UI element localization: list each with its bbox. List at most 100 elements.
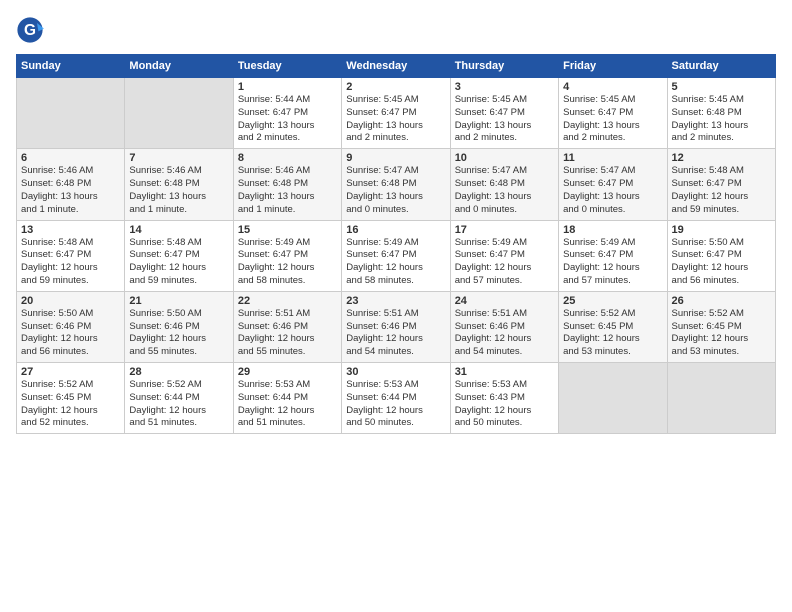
svg-text:G: G — [24, 22, 36, 39]
calendar-cell: 9Sunrise: 5:47 AMSunset: 6:48 PMDaylight… — [342, 149, 450, 220]
day-info: Sunrise: 5:46 AMSunset: 6:48 PMDaylight:… — [129, 165, 228, 216]
day-info: Sunrise: 5:45 AMSunset: 6:47 PMDaylight:… — [563, 94, 662, 145]
day-info: Sunrise: 5:49 AMSunset: 6:47 PMDaylight:… — [455, 237, 554, 288]
day-number: 13 — [21, 224, 120, 236]
calendar-cell: 16Sunrise: 5:49 AMSunset: 6:47 PMDayligh… — [342, 220, 450, 291]
day-number: 9 — [346, 152, 445, 164]
calendar-cell: 8Sunrise: 5:46 AMSunset: 6:48 PMDaylight… — [233, 149, 341, 220]
day-info: Sunrise: 5:45 AMSunset: 6:48 PMDaylight:… — [672, 94, 771, 145]
day-info: Sunrise: 5:48 AMSunset: 6:47 PMDaylight:… — [129, 237, 228, 288]
calendar-cell: 15Sunrise: 5:49 AMSunset: 6:47 PMDayligh… — [233, 220, 341, 291]
calendar-cell: 3Sunrise: 5:45 AMSunset: 6:47 PMDaylight… — [450, 78, 558, 149]
logo: G — [16, 16, 48, 44]
weekday-header-wednesday: Wednesday — [342, 55, 450, 78]
day-number: 28 — [129, 366, 228, 378]
day-info: Sunrise: 5:52 AMSunset: 6:45 PMDaylight:… — [672, 308, 771, 359]
day-number: 26 — [672, 295, 771, 307]
day-info: Sunrise: 5:53 AMSunset: 6:43 PMDaylight:… — [455, 379, 554, 430]
header: G — [16, 16, 776, 44]
day-number: 1 — [238, 81, 337, 93]
day-info: Sunrise: 5:52 AMSunset: 6:45 PMDaylight:… — [563, 308, 662, 359]
day-info: Sunrise: 5:47 AMSunset: 6:48 PMDaylight:… — [346, 165, 445, 216]
day-info: Sunrise: 5:45 AMSunset: 6:47 PMDaylight:… — [346, 94, 445, 145]
day-info: Sunrise: 5:48 AMSunset: 6:47 PMDaylight:… — [21, 237, 120, 288]
weekday-header-monday: Monday — [125, 55, 233, 78]
day-info: Sunrise: 5:50 AMSunset: 6:46 PMDaylight:… — [129, 308, 228, 359]
day-number: 29 — [238, 366, 337, 378]
calendar-cell: 11Sunrise: 5:47 AMSunset: 6:47 PMDayligh… — [559, 149, 667, 220]
calendar-week-row: 6Sunrise: 5:46 AMSunset: 6:48 PMDaylight… — [17, 149, 776, 220]
calendar-cell — [559, 363, 667, 434]
calendar-cell: 28Sunrise: 5:52 AMSunset: 6:44 PMDayligh… — [125, 363, 233, 434]
calendar-cell: 31Sunrise: 5:53 AMSunset: 6:43 PMDayligh… — [450, 363, 558, 434]
calendar-cell: 24Sunrise: 5:51 AMSunset: 6:46 PMDayligh… — [450, 291, 558, 362]
day-number: 20 — [21, 295, 120, 307]
day-info: Sunrise: 5:46 AMSunset: 6:48 PMDaylight:… — [21, 165, 120, 216]
day-info: Sunrise: 5:51 AMSunset: 6:46 PMDaylight:… — [455, 308, 554, 359]
day-number: 5 — [672, 81, 771, 93]
calendar-cell: 25Sunrise: 5:52 AMSunset: 6:45 PMDayligh… — [559, 291, 667, 362]
calendar-cell: 30Sunrise: 5:53 AMSunset: 6:44 PMDayligh… — [342, 363, 450, 434]
calendar-cell: 26Sunrise: 5:52 AMSunset: 6:45 PMDayligh… — [667, 291, 775, 362]
day-number: 14 — [129, 224, 228, 236]
calendar-cell: 5Sunrise: 5:45 AMSunset: 6:48 PMDaylight… — [667, 78, 775, 149]
day-info: Sunrise: 5:48 AMSunset: 6:47 PMDaylight:… — [672, 165, 771, 216]
calendar-week-row: 27Sunrise: 5:52 AMSunset: 6:45 PMDayligh… — [17, 363, 776, 434]
day-number: 24 — [455, 295, 554, 307]
calendar-cell: 6Sunrise: 5:46 AMSunset: 6:48 PMDaylight… — [17, 149, 125, 220]
calendar-cell: 19Sunrise: 5:50 AMSunset: 6:47 PMDayligh… — [667, 220, 775, 291]
calendar-cell — [125, 78, 233, 149]
day-info: Sunrise: 5:49 AMSunset: 6:47 PMDaylight:… — [238, 237, 337, 288]
calendar-cell: 7Sunrise: 5:46 AMSunset: 6:48 PMDaylight… — [125, 149, 233, 220]
day-number: 19 — [672, 224, 771, 236]
calendar-cell: 2Sunrise: 5:45 AMSunset: 6:47 PMDaylight… — [342, 78, 450, 149]
day-info: Sunrise: 5:52 AMSunset: 6:45 PMDaylight:… — [21, 379, 120, 430]
day-info: Sunrise: 5:49 AMSunset: 6:47 PMDaylight:… — [346, 237, 445, 288]
weekday-header-tuesday: Tuesday — [233, 55, 341, 78]
day-info: Sunrise: 5:47 AMSunset: 6:47 PMDaylight:… — [563, 165, 662, 216]
calendar-cell: 21Sunrise: 5:50 AMSunset: 6:46 PMDayligh… — [125, 291, 233, 362]
calendar-week-row: 20Sunrise: 5:50 AMSunset: 6:46 PMDayligh… — [17, 291, 776, 362]
calendar-cell: 1Sunrise: 5:44 AMSunset: 6:47 PMDaylight… — [233, 78, 341, 149]
calendar-week-row: 13Sunrise: 5:48 AMSunset: 6:47 PMDayligh… — [17, 220, 776, 291]
calendar-cell: 23Sunrise: 5:51 AMSunset: 6:46 PMDayligh… — [342, 291, 450, 362]
calendar-cell: 22Sunrise: 5:51 AMSunset: 6:46 PMDayligh… — [233, 291, 341, 362]
calendar-week-row: 1Sunrise: 5:44 AMSunset: 6:47 PMDaylight… — [17, 78, 776, 149]
day-number: 2 — [346, 81, 445, 93]
calendar-cell: 18Sunrise: 5:49 AMSunset: 6:47 PMDayligh… — [559, 220, 667, 291]
weekday-header-thursday: Thursday — [450, 55, 558, 78]
day-number: 18 — [563, 224, 662, 236]
day-info: Sunrise: 5:50 AMSunset: 6:47 PMDaylight:… — [672, 237, 771, 288]
weekday-header-saturday: Saturday — [667, 55, 775, 78]
calendar-cell: 17Sunrise: 5:49 AMSunset: 6:47 PMDayligh… — [450, 220, 558, 291]
day-number: 25 — [563, 295, 662, 307]
calendar-cell: 29Sunrise: 5:53 AMSunset: 6:44 PMDayligh… — [233, 363, 341, 434]
day-info: Sunrise: 5:50 AMSunset: 6:46 PMDaylight:… — [21, 308, 120, 359]
day-number: 6 — [21, 152, 120, 164]
day-number: 27 — [21, 366, 120, 378]
calendar-cell: 14Sunrise: 5:48 AMSunset: 6:47 PMDayligh… — [125, 220, 233, 291]
logo-icon: G — [16, 16, 44, 44]
day-number: 17 — [455, 224, 554, 236]
day-number: 22 — [238, 295, 337, 307]
calendar-cell — [667, 363, 775, 434]
day-info: Sunrise: 5:53 AMSunset: 6:44 PMDaylight:… — [346, 379, 445, 430]
calendar-cell: 20Sunrise: 5:50 AMSunset: 6:46 PMDayligh… — [17, 291, 125, 362]
weekday-header-friday: Friday — [559, 55, 667, 78]
day-number: 3 — [455, 81, 554, 93]
day-number: 10 — [455, 152, 554, 164]
day-info: Sunrise: 5:51 AMSunset: 6:46 PMDaylight:… — [346, 308, 445, 359]
day-number: 7 — [129, 152, 228, 164]
day-info: Sunrise: 5:53 AMSunset: 6:44 PMDaylight:… — [238, 379, 337, 430]
day-info: Sunrise: 5:52 AMSunset: 6:44 PMDaylight:… — [129, 379, 228, 430]
day-number: 30 — [346, 366, 445, 378]
page: G SundayMondayTuesdayWednesdayThursdayFr… — [0, 0, 792, 612]
calendar-header-row: SundayMondayTuesdayWednesdayThursdayFrid… — [17, 55, 776, 78]
day-number: 8 — [238, 152, 337, 164]
calendar-cell: 12Sunrise: 5:48 AMSunset: 6:47 PMDayligh… — [667, 149, 775, 220]
calendar-cell — [17, 78, 125, 149]
day-number: 23 — [346, 295, 445, 307]
day-info: Sunrise: 5:44 AMSunset: 6:47 PMDaylight:… — [238, 94, 337, 145]
day-number: 11 — [563, 152, 662, 164]
calendar-cell: 27Sunrise: 5:52 AMSunset: 6:45 PMDayligh… — [17, 363, 125, 434]
